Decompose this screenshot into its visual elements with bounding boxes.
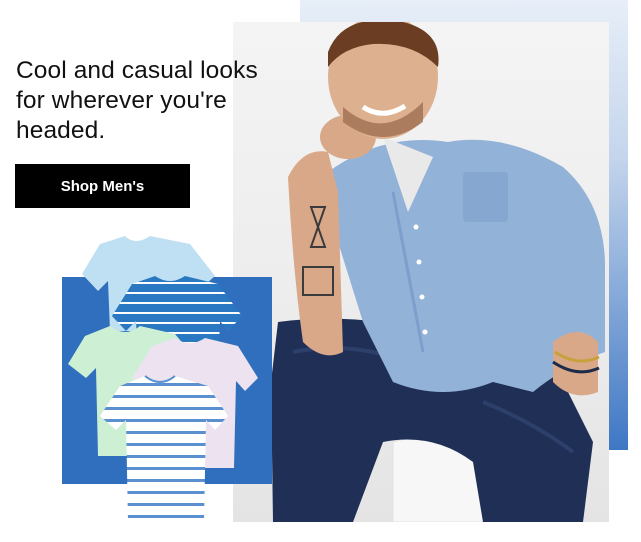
- headline: Cool and casual looks for wherever you'r…: [16, 57, 258, 144]
- promo-banner[interactable]: Cool and casual looks for wherever you'r…: [0, 0, 641, 542]
- model-illustration: [271, 22, 605, 522]
- shop-mens-button[interactable]: Shop Men's: [15, 164, 190, 208]
- model-photo[interactable]: [233, 22, 609, 522]
- tshirt-stack-illustration: [68, 236, 258, 521]
- tshirts-photo[interactable]: [60, 236, 280, 536]
